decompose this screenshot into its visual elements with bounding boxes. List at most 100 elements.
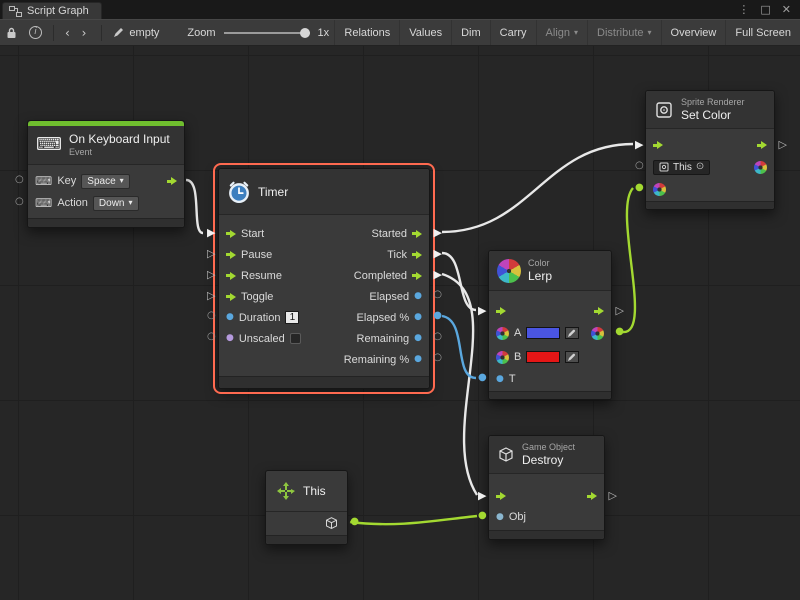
flow-in-port[interactable]: ▶ xyxy=(207,227,215,238)
eyedropper-button[interactable] xyxy=(565,351,579,363)
flow-out-port[interactable] xyxy=(412,230,422,238)
value-out-port[interactable]: ● xyxy=(414,334,422,343)
color-in-icon[interactable] xyxy=(653,183,666,196)
flow-out-port[interactable]: ▶ xyxy=(434,248,442,259)
fullscreen-button[interactable]: Full Screen xyxy=(725,20,800,45)
object-picker-icon[interactable]: ⊙ xyxy=(696,162,704,172)
value-in-port[interactable]: ○ xyxy=(207,311,216,321)
input-port[interactable]: ○ xyxy=(15,175,24,185)
flow-out-port[interactable]: ▶ xyxy=(434,227,442,238)
target-object-field[interactable]: This ⊙ xyxy=(653,160,710,175)
flow-out-port[interactable] xyxy=(757,141,767,149)
flow-in-port[interactable]: ▶ xyxy=(478,305,486,316)
node-timer[interactable]: Timer Start Started Pause Tick Resume xyxy=(218,168,430,389)
flow-out-port[interactable]: ▶ xyxy=(434,269,442,280)
values-button[interactable]: Values xyxy=(399,20,451,45)
value-in-port[interactable]: ● xyxy=(496,513,504,522)
carry-button[interactable]: Carry xyxy=(490,20,536,45)
navigate-chevrons-icon[interactable]: ‹ › xyxy=(59,27,96,39)
value-in-port[interactable]: ● xyxy=(478,511,487,521)
close-icon[interactable]: ✕ xyxy=(782,4,791,15)
flow-out-port[interactable]: ▷ xyxy=(609,490,617,501)
flow-in-port[interactable] xyxy=(226,230,236,238)
value-in-port[interactable]: ● xyxy=(496,375,504,384)
key-dropdown[interactable]: Space ▾ xyxy=(81,174,129,189)
node-on-keyboard-input[interactable]: ⌨ On Keyboard Input Event ⌨ Key Space ▾ … xyxy=(27,120,185,228)
flow-in-port[interactable]: ▶ xyxy=(635,139,643,150)
port-label: Elapsed xyxy=(369,291,409,303)
wire-keyboard-to-timer-start[interactable] xyxy=(186,180,203,233)
flow-out-port[interactable] xyxy=(412,251,422,259)
value-out-port[interactable]: ○ xyxy=(433,290,442,300)
value-in-port[interactable]: ○ xyxy=(207,332,216,342)
wire-this-to-obj[interactable] xyxy=(350,516,477,524)
node-destroy[interactable]: Game Object Destroy ● Obj ▶ ● ▷ xyxy=(488,435,605,540)
align-button[interactable]: Align▾ xyxy=(536,20,587,45)
node-set-color[interactable]: Sprite Renderer Set Color This ⊙ xyxy=(645,90,775,210)
value-in-port[interactable]: ● xyxy=(226,334,234,343)
edit-graph-icon[interactable] xyxy=(107,28,129,38)
value-out-port[interactable]: ● xyxy=(414,355,422,364)
graph-canvas[interactable]: ⌨ On Keyboard Input Event ⌨ Key Space ▾ … xyxy=(0,46,800,600)
color-out-icon[interactable] xyxy=(754,161,767,174)
port-label: Obj xyxy=(509,511,526,523)
info-icon[interactable]: i xyxy=(23,26,48,39)
flow-in-port[interactable] xyxy=(226,251,236,259)
value-out-port[interactable]: ○ xyxy=(433,353,442,363)
value-in-port[interactable]: ○ xyxy=(635,161,644,171)
zoom-slider[interactable] xyxy=(224,32,310,34)
node-this[interactable]: This ● xyxy=(265,470,348,545)
value-out-port[interactable]: ● xyxy=(414,313,422,322)
window-menu-icon[interactable]: ⋮ xyxy=(738,4,749,15)
node-color-lerp[interactable]: Color Lerp A B xyxy=(488,250,612,400)
flow-in-port[interactable]: ▷ xyxy=(207,290,215,301)
color-a-swatch[interactable] xyxy=(526,327,560,339)
keyboard-icon: ⌨ xyxy=(35,175,52,187)
flow-out-port[interactable]: ▷ xyxy=(616,305,624,316)
flow-in-port[interactable]: ▷ xyxy=(207,248,215,259)
lock-icon[interactable] xyxy=(0,27,23,39)
color-b-swatch[interactable] xyxy=(526,351,560,363)
wire-tick-to-lerp[interactable] xyxy=(442,253,476,310)
flow-in-port[interactable]: ▶ xyxy=(478,490,486,501)
flow-in-port[interactable] xyxy=(496,492,506,500)
color-port-icon[interactable] xyxy=(496,351,509,364)
value-out-port[interactable]: ● xyxy=(433,311,442,321)
color-port-icon[interactable] xyxy=(496,327,509,340)
wire-started-to-setcolor[interactable] xyxy=(442,144,633,232)
relations-button[interactable]: Relations xyxy=(334,20,399,45)
flow-in-port[interactable] xyxy=(653,141,663,149)
flow-in-port[interactable] xyxy=(496,307,506,315)
distribute-button[interactable]: Distribute▾ xyxy=(587,20,660,45)
overview-button[interactable]: Overview xyxy=(661,20,726,45)
zoom-slider-handle[interactable] xyxy=(300,28,310,38)
node-footer xyxy=(28,218,184,227)
flow-out-port[interactable] xyxy=(587,492,597,500)
tab-script-graph[interactable]: Script Graph xyxy=(2,2,102,19)
value-in-port[interactable]: ● xyxy=(478,373,487,383)
flow-out-port[interactable]: ▷ xyxy=(779,139,787,150)
unscaled-checkbox[interactable] xyxy=(290,333,301,344)
value-in-port[interactable]: ● xyxy=(226,313,234,322)
flow-in-port[interactable]: ▷ xyxy=(207,269,215,280)
node-subtitle: Event xyxy=(69,147,170,158)
flow-out-port[interactable] xyxy=(167,177,177,185)
flow-in-port[interactable] xyxy=(226,272,236,280)
duration-input[interactable]: 1 xyxy=(285,311,299,324)
color-out-icon[interactable] xyxy=(591,327,604,340)
value-out-port[interactable]: ● xyxy=(414,292,422,301)
input-port[interactable]: ○ xyxy=(15,197,24,207)
wire-completed-to-destroy[interactable] xyxy=(442,274,477,495)
port-row-key: ⌨ Key Space ▾ xyxy=(28,170,184,192)
value-out-port[interactable]: ● xyxy=(350,517,359,527)
flow-out-port[interactable] xyxy=(412,272,422,280)
flow-in-port[interactable] xyxy=(226,293,236,301)
value-out-port[interactable]: ● xyxy=(615,327,624,337)
action-dropdown[interactable]: Down ▾ xyxy=(93,196,139,211)
eyedropper-button[interactable] xyxy=(565,327,579,339)
flow-out-port[interactable] xyxy=(594,307,604,315)
value-in-port[interactable]: ● xyxy=(635,183,644,193)
value-out-port[interactable]: ○ xyxy=(433,332,442,342)
maximize-icon[interactable]: □ xyxy=(760,4,770,15)
dim-button[interactable]: Dim xyxy=(451,20,490,45)
